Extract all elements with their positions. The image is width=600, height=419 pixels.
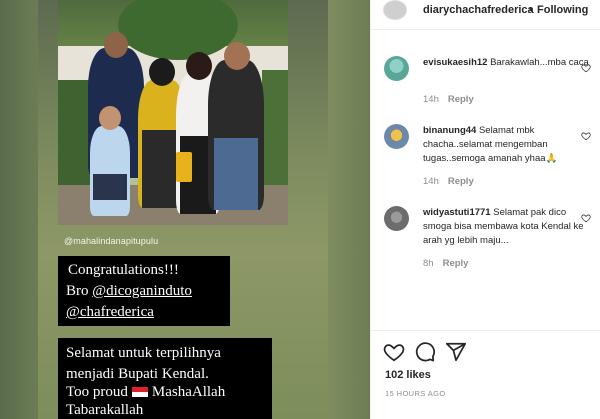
comment-meta: 14h Reply: [423, 94, 474, 105]
comments-pane: diarychachafrederica • Following evisuka…: [370, 0, 600, 419]
story-line-tabarakallah: Tabarakallah: [66, 402, 144, 418]
comment-text: evisukaesih12 Barakawlah...mba caca: [423, 57, 589, 68]
yellow-bag: [176, 152, 192, 182]
like-comment-heart-icon[interactable]: [581, 213, 591, 223]
reply-button[interactable]: Reply: [443, 258, 469, 269]
commenter-username[interactable]: widyastuti1771: [423, 207, 491, 218]
reply-button[interactable]: Reply: [448, 176, 474, 187]
person-child: [90, 106, 130, 216]
story-line-congratulations: Congratulations!!!: [68, 262, 179, 278]
story-line-too-proud: Too proud MashaAllah: [66, 384, 226, 400]
person-man-black: [208, 42, 264, 210]
commenter-avatar[interactable]: [384, 206, 409, 231]
likes-count[interactable]: 102 likes: [385, 369, 431, 381]
post-timestamp: 15 HOURS AGO: [385, 389, 446, 398]
post-actions: 102 likes 15 HOURS AGO: [371, 330, 600, 419]
comment-meta: 14h Reply: [423, 176, 474, 187]
family-photo: [58, 0, 288, 225]
story-line-bupati: menjadi Bupati Kendal.: [66, 366, 209, 382]
story-line-selamat: Selamat untuk terpilihnya: [66, 345, 221, 361]
author-avatar[interactable]: [383, 0, 407, 20]
photo-credit[interactable]: @mahalindanapitupulu: [64, 236, 158, 246]
post-media[interactable]: @mahalindanapitupulu Congratulations!!! …: [0, 0, 370, 419]
like-comment-heart-icon[interactable]: [581, 63, 591, 73]
comment-meta: 8h Reply: [423, 258, 469, 269]
commenter-avatar[interactable]: [384, 124, 409, 149]
story-line-bro: Bro @dicoganinduto: [66, 283, 192, 299]
post-header: diarychachafrederica • Following: [371, 0, 600, 30]
header-separator: •: [529, 4, 533, 16]
following-button[interactable]: Following: [537, 4, 588, 16]
comment-text: widyastuti1771 Selamat pak dico smoga bi…: [423, 207, 584, 246]
mention-dicoganinduto[interactable]: @dicoganinduto: [92, 283, 192, 299]
mention-chafrederica[interactable]: @chafrederica: [66, 304, 154, 321]
author-username[interactable]: diarychachafrederica: [423, 4, 534, 16]
indonesia-flag-icon: [131, 386, 148, 397]
blur-background-left: [0, 0, 38, 419]
share-icon[interactable]: [445, 341, 467, 363]
comment-icon[interactable]: [414, 341, 436, 363]
blur-background-right: [328, 0, 370, 419]
heart-icon[interactable]: [383, 341, 405, 363]
commenter-username[interactable]: evisukaesih12: [423, 57, 487, 68]
reply-button[interactable]: Reply: [448, 94, 474, 105]
commenter-username[interactable]: binanung44: [423, 125, 476, 136]
comment-text: binanung44 Selamat mbk chacha..selamat m…: [423, 125, 558, 164]
like-comment-heart-icon[interactable]: [581, 131, 591, 141]
commenter-avatar[interactable]: [384, 56, 409, 81]
